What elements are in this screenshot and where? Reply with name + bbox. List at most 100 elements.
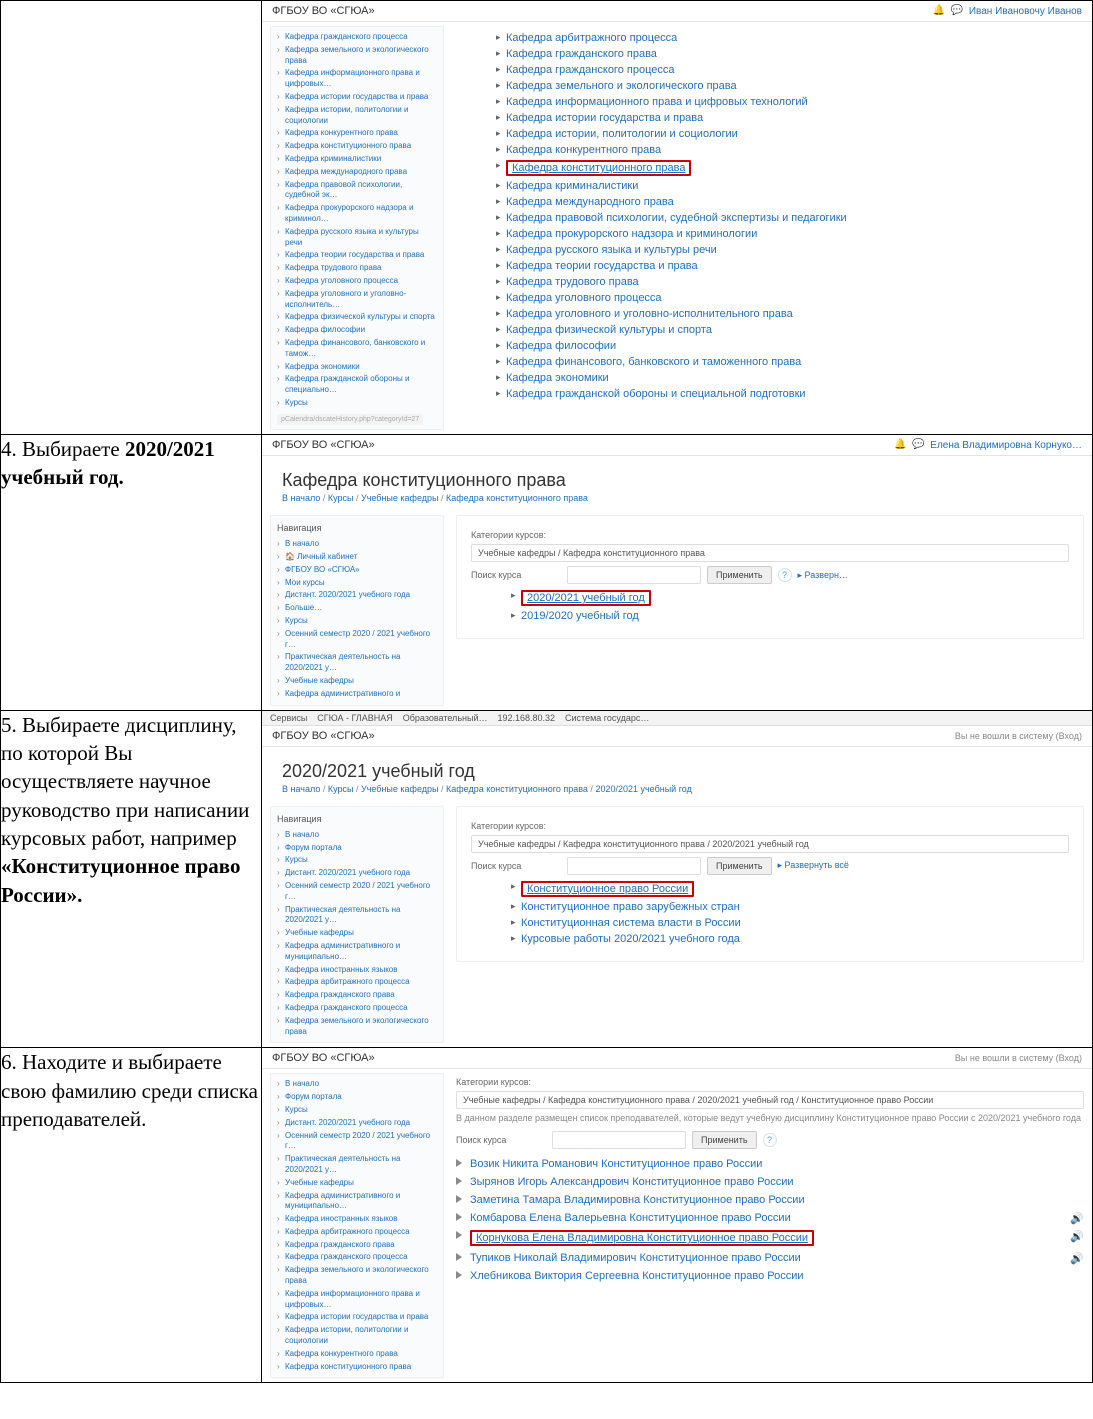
list-item[interactable]: Кафедра физической культуры и спорта [496,322,1084,338]
list-item[interactable]: Кафедра арбитражного процесса [277,1226,437,1239]
list-item[interactable]: Кафедра гражданской обороны и специально… [496,386,1084,402]
list-item[interactable]: Кафедра конституционного права [277,140,437,153]
list-item[interactable]: Кафедра трудового права [496,274,1084,290]
user-link[interactable]: Иван Ивановочу Иванов [969,6,1082,17]
sound-icon[interactable]: 🔊 [1070,1212,1084,1225]
teacher-item[interactable]: Зырянов Игорь Александрович Конституцион… [456,1173,1084,1191]
list-item[interactable]: Кафедра международного права [496,194,1084,210]
list-item[interactable]: Кафедра истории, политологии и социологи… [277,1324,437,1348]
list-item[interactable]: Кафедра конституционного права [277,1361,437,1374]
list-item[interactable]: Учебные кафедры [277,927,437,940]
chat-icon[interactable]: 💬 [912,439,924,451]
category-select[interactable]: Учебные кафедры / Кафедра конституционно… [471,544,1069,562]
user-link[interactable]: Елена Владимировна Корнуко… [930,440,1082,451]
list-item[interactable]: Кафедра гражданского процесса [496,62,1084,78]
list-item[interactable]: Кафедра арбитражного процесса [496,30,1084,46]
list-item[interactable]: Дистант. 2020/2021 учебного года [277,1117,437,1130]
list-item[interactable]: 2020/2021 учебный год [511,588,1069,608]
list-item[interactable]: Кафедра административного и муниципально… [277,940,437,964]
list-item[interactable]: Кафедра правовой психологии, судебной эк… [277,179,437,203]
login-note[interactable]: Вы не вошли в систему (Вход) [955,731,1082,741]
list-item[interactable]: Кафедра русского языка и культуры речи [496,242,1084,258]
list-item[interactable]: Кафедра философии [496,338,1084,354]
list-item[interactable]: Кафедра конкурентного права [496,142,1084,158]
list-item[interactable]: Кафедра информационного права и цифровых… [277,67,437,91]
list-item[interactable]: Дистант. 2020/2021 учебного года [277,589,437,602]
list-item[interactable]: Кафедра гражданского процесса [277,1251,437,1264]
list-item[interactable]: В начало [277,1078,437,1091]
list-item[interactable]: Кафедра международного права [277,166,437,179]
list-item[interactable]: Кафедра криминалистики [277,153,437,166]
list-item[interactable]: Кафедра гражданского права [496,46,1084,62]
help-icon[interactable]: ? [778,568,792,582]
list-item[interactable]: Мои курсы [277,577,437,590]
bell-icon[interactable]: 🔔 [894,439,906,451]
list-item[interactable]: Кафедра финансового, банковского и тамож… [277,337,437,361]
list-item[interactable]: Курсы [277,854,437,867]
list-item[interactable]: Дистант. 2020/2021 учебного года [277,867,437,880]
teacher-item[interactable]: Корнукова Елена Владимировна Конституцио… [456,1227,1084,1249]
list-item[interactable]: Кафедра физической культуры и спорта [277,311,437,324]
apply-button[interactable]: Применить [707,566,772,584]
list-item[interactable]: Кафедра земельного и экологического прав… [277,1264,437,1288]
sound-icon[interactable]: 🔊 [1070,1230,1084,1243]
category-select[interactable]: Учебные кафедры / Кафедра конституционно… [471,835,1069,853]
apply-button[interactable]: Применить [692,1131,757,1149]
teacher-item[interactable]: Заметина Тамара Владимировна Конституцио… [456,1191,1084,1209]
list-item[interactable]: Кафедра земельного и экологического прав… [277,44,437,68]
list-item[interactable]: 🏠 Личный кабинет [277,551,437,564]
list-item[interactable]: Кафедра гражданского процесса [277,1002,437,1015]
browser-tab[interactable]: 192.168.80.32 [497,713,555,723]
apply-button[interactable]: Применить [707,857,772,875]
list-item[interactable]: Кафедра истории государства и права [496,110,1084,126]
list-item[interactable]: Кафедра земельного и экологического прав… [496,78,1084,94]
list-item[interactable]: Курсовые работы 2020/2021 учебного года [511,931,1069,947]
list-item[interactable]: Кафедра уголовного процесса [277,275,437,288]
list-item[interactable]: Кафедра уголовного и уголовно-исполнител… [277,288,437,312]
teacher-item[interactable]: Комбарова Елена Валерьевна Конституционн… [456,1209,1084,1227]
list-item[interactable]: Кафедра гражданского права [277,1239,437,1252]
list-item[interactable]: Кафедра гражданской обороны и специально… [277,373,437,397]
list-item[interactable]: Кафедра истории государства и права [277,91,437,104]
list-item[interactable]: Форум портала [277,1091,437,1104]
list-item[interactable]: Форум портала [277,842,437,855]
list-item[interactable]: Кафедра теории государства и права [496,258,1084,274]
search-input[interactable] [552,1131,686,1149]
list-item[interactable]: Кафедра административного и муниципально… [277,1190,437,1214]
list-item[interactable]: Кафедра информационного права и цифровых… [277,1288,437,1312]
list-item[interactable]: Кафедра финансового, банковского и тамож… [496,354,1084,370]
chat-icon[interactable]: 💬 [951,5,963,17]
login-note[interactable]: Вы не вошли в систему (Вход) [955,1053,1082,1063]
list-item[interactable]: Кафедра уголовного процесса [496,290,1084,306]
list-item[interactable]: Кафедра уголовного и уголовно-исполнител… [496,306,1084,322]
list-item[interactable]: Кафедра конкурентного права [277,127,437,140]
browser-tab[interactable]: Система государс… [565,713,649,723]
list-item[interactable]: Курсы [277,1104,437,1117]
list-item[interactable]: Кафедра теории государства и права [277,249,437,262]
list-item[interactable]: Учебные кафедры [277,675,437,688]
browser-tab[interactable]: Сервисы [270,713,307,723]
list-item[interactable]: Практическая деятельность на 2020/2021 у… [277,651,437,675]
list-item[interactable]: Кафедра криминалистики [496,178,1084,194]
list-item[interactable]: Практическая деятельность на 2020/2021 у… [277,904,437,928]
list-item[interactable]: Конституционное право России [511,879,1069,899]
list-item[interactable]: В начало [277,538,437,551]
teacher-item[interactable]: Тупиков Николай Владимирович Конституцио… [456,1249,1084,1267]
list-item[interactable]: Конституционное право зарубежных стран [511,899,1069,915]
expand-all-link[interactable]: ▸ Развернуть всё [778,860,849,871]
browser-tab[interactable]: СГЮА - ГЛАВНАЯ [317,713,392,723]
list-item[interactable]: Кафедра земельного и экологического прав… [277,1015,437,1039]
list-item[interactable]: Осенний семестр 2020 / 2021 учебного г… [277,1130,437,1154]
list-item[interactable]: В начало [277,829,437,842]
list-item[interactable]: Курсы [277,397,437,410]
category-select[interactable]: Учебные кафедры / Кафедра конституционно… [456,1091,1084,1109]
list-item[interactable]: Кафедра истории государства и права [277,1311,437,1324]
sound-icon[interactable]: 🔊 [1070,1252,1084,1265]
list-item[interactable]: Кафедра истории, политологии и социологи… [277,104,437,128]
search-input[interactable] [567,857,701,875]
list-item[interactable]: Кафедра русского языка и культуры речи [277,226,437,250]
list-item[interactable]: Кафедра экономики [277,361,437,374]
list-item[interactable]: Курсы [277,615,437,628]
list-item[interactable]: Кафедра конкурентного права [277,1348,437,1361]
list-item[interactable]: Кафедра арбитражного процесса [277,976,437,989]
